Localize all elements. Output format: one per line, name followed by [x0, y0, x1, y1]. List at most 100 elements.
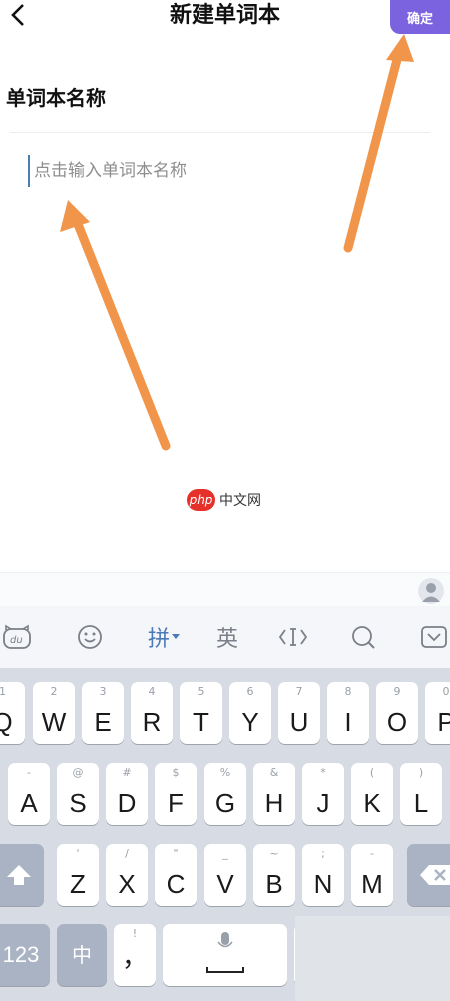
- key-r-sub: 4: [148, 685, 156, 698]
- key-a[interactable]: - A: [8, 763, 50, 825]
- key-j[interactable]: * J: [302, 763, 344, 825]
- key-a-label: A: [20, 788, 38, 818]
- search-button[interactable]: [348, 620, 378, 654]
- key-r[interactable]: 4 R: [131, 682, 173, 744]
- divider: [10, 132, 430, 133]
- comma-key[interactable]: ! ，: [114, 924, 156, 986]
- key-w-label: W: [41, 707, 67, 737]
- backspace-icon: [420, 865, 450, 885]
- key-h[interactable]: & H: [253, 763, 295, 825]
- key-b-sub: ~: [269, 847, 279, 860]
- person-icon: [422, 583, 440, 602]
- du-logo-icon: du: [3, 624, 31, 649]
- key-n[interactable]: ; N: [302, 844, 344, 906]
- key-b[interactable]: ~ B: [253, 844, 295, 906]
- hide-keyboard-button[interactable]: [418, 620, 450, 654]
- key-q-sub: 1: [0, 685, 6, 698]
- svg-text:du: du: [10, 635, 23, 646]
- english-mode-label: 英: [215, 627, 238, 652]
- key-g[interactable]: % G: [204, 763, 246, 825]
- avatar[interactable]: [418, 578, 444, 604]
- key-x-label: X: [118, 869, 136, 899]
- key-f[interactable]: $ F: [155, 763, 197, 825]
- arrow-to-input-head: [60, 200, 90, 232]
- key-o[interactable]: 9 O: [376, 682, 418, 744]
- key-d[interactable]: # D: [106, 763, 148, 825]
- key-y[interactable]: 6 Y: [229, 682, 271, 744]
- key-h-sub: &: [269, 766, 279, 779]
- arrow-to-confirm: [343, 43, 405, 253]
- backspace-key[interactable]: [407, 844, 450, 906]
- header-bar: 新建单词本 确定: [0, 0, 450, 36]
- key-x-sub: /: [125, 847, 129, 860]
- key-w[interactable]: 2 W: [33, 682, 75, 744]
- key-j-sub: *: [320, 766, 326, 779]
- key-c-sub: ": [173, 847, 179, 860]
- watermark-overlay: [295, 916, 450, 1001]
- key-u-label: U: [289, 707, 309, 737]
- cursor-icon: [278, 628, 308, 646]
- du-keyboard-logo-button[interactable]: du: [0, 620, 34, 654]
- key-s[interactable]: @ S: [57, 763, 99, 825]
- wordbook-name-input[interactable]: [28, 155, 416, 187]
- key-l-sub: ): [418, 766, 424, 779]
- key-x[interactable]: / X: [106, 844, 148, 906]
- key-o-sub: 9: [393, 685, 401, 698]
- wordbook-name-label: 单词本名称: [6, 86, 106, 110]
- key-r-label: R: [142, 707, 162, 737]
- pinyin-mode-label: 拼: [147, 627, 170, 652]
- key-i[interactable]: 8 I: [327, 682, 369, 744]
- key-v-label: V: [216, 869, 234, 899]
- space-key[interactable]: [163, 924, 287, 986]
- key-e-label: E: [94, 707, 112, 737]
- comma-key-label: ，: [121, 942, 148, 972]
- key-v-sub: _: [222, 847, 228, 860]
- watermark-text: 中文网: [219, 493, 261, 509]
- key-p[interactable]: 0 P: [425, 682, 450, 744]
- key-m[interactable]: - M: [351, 844, 393, 906]
- key-u[interactable]: 7 U: [278, 682, 320, 744]
- key-n-label: N: [313, 869, 333, 899]
- key-k[interactable]: ( K: [351, 763, 393, 825]
- key-f-label: F: [168, 788, 184, 818]
- key-t[interactable]: 5 T: [180, 682, 222, 744]
- cursor-edit-button[interactable]: [277, 620, 309, 654]
- language-switch-key[interactable]: 中: [57, 924, 107, 986]
- caret-down-icon: [172, 634, 180, 639]
- key-e-sub: 3: [99, 685, 107, 698]
- key-c[interactable]: " C: [155, 844, 197, 906]
- key-t-sub: 5: [197, 685, 205, 698]
- search-icon: [352, 626, 375, 649]
- key-b-label: B: [265, 869, 283, 899]
- pinyin-mode-button[interactable]: 拼: [144, 620, 184, 654]
- key-m-label: M: [361, 869, 383, 899]
- key-l-label: L: [413, 788, 429, 818]
- arrow-to-confirm-head: [386, 34, 414, 62]
- shift-arrow-icon: [7, 865, 31, 885]
- key-l[interactable]: ) L: [400, 763, 442, 825]
- key-i-sub: 8: [344, 685, 352, 698]
- watermark: php 中文网: [187, 489, 261, 511]
- key-s-sub: @: [72, 766, 84, 779]
- key-q[interactable]: 1 Q: [0, 682, 25, 744]
- key-s-label: S: [69, 788, 87, 818]
- key-k-sub: (: [369, 766, 375, 779]
- english-mode-button[interactable]: 英: [212, 620, 242, 654]
- key-z[interactable]: ' Z: [57, 844, 99, 906]
- key-y-label: Y: [241, 707, 259, 737]
- key-u-sub: 7: [295, 685, 303, 698]
- arrow-to-input: [69, 209, 171, 451]
- confirm-button[interactable]: 确定: [390, 0, 450, 34]
- language-switch-label: 中: [72, 945, 92, 967]
- key-p-sub: 0: [442, 685, 450, 698]
- key-d-sub: #: [122, 766, 132, 779]
- key-h-label: H: [264, 788, 284, 818]
- shift-key[interactable]: [0, 844, 44, 906]
- key-v[interactable]: _ V: [204, 844, 246, 906]
- emoji-button[interactable]: [75, 620, 105, 654]
- key-i-label: I: [344, 707, 352, 737]
- keyboard-suggestion-strip: [0, 572, 450, 607]
- key-e[interactable]: 3 E: [82, 682, 124, 744]
- key-j-label: J: [316, 788, 330, 818]
- numbers-key[interactable]: 123: [0, 924, 50, 986]
